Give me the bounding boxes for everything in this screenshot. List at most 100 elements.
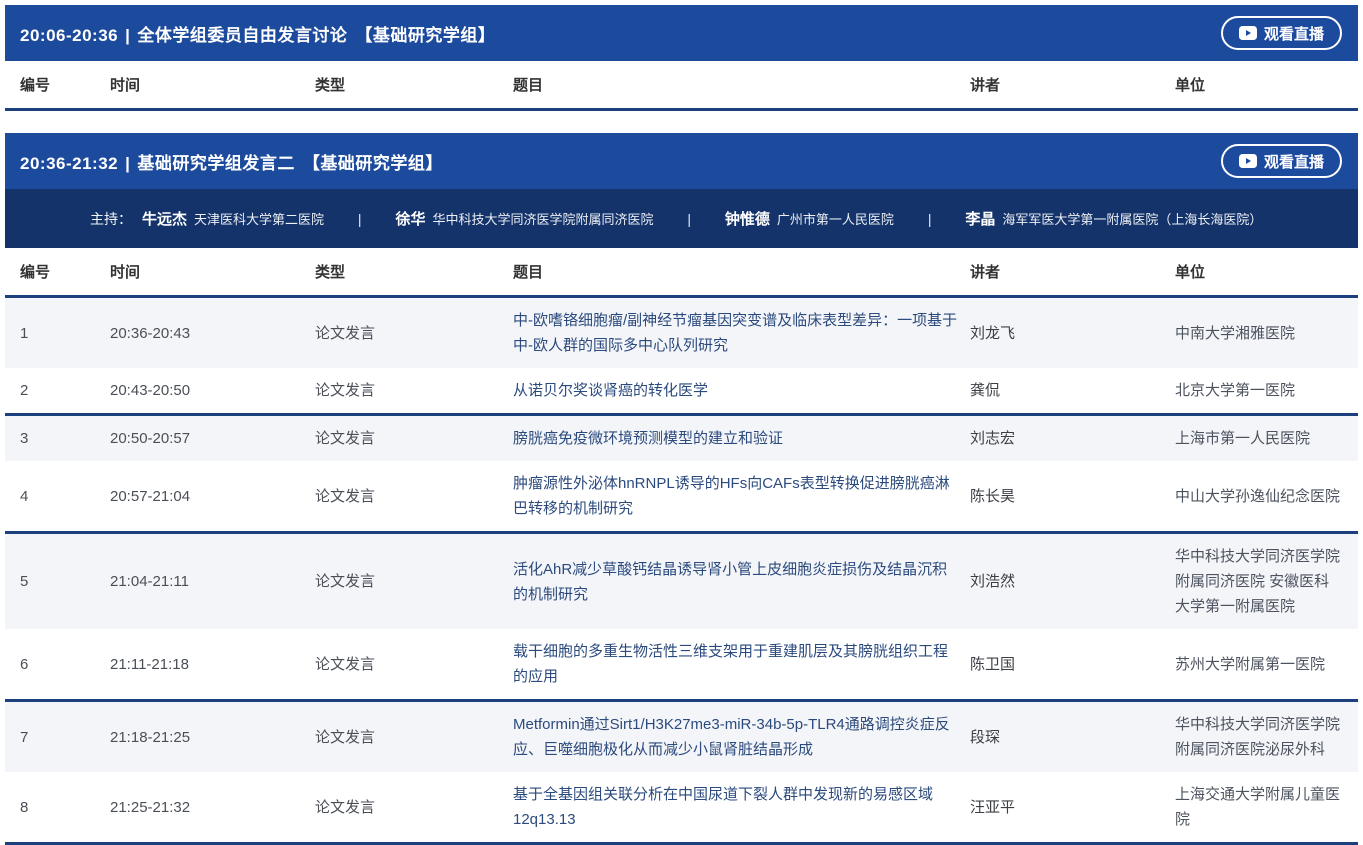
cell-affiliation: 华中科技大学同济医学院附属同济医院泌尿外科 <box>1175 712 1348 762</box>
host-entry: 牛远杰天津医科大学第二医院 <box>142 211 324 227</box>
host-separator: | <box>928 211 932 227</box>
cell-speaker: 龚侃 <box>970 378 1175 403</box>
host-entry: 徐华华中科技大学同济医学院附属同济医院 <box>395 211 653 227</box>
table-row: 4 20:57-21:04 论文发言 肿瘤源性外泌体hnRNPL诱导的HFs向C… <box>5 461 1358 534</box>
cell-type: 论文发言 <box>315 426 513 451</box>
table-row: 2 20:43-20:50 论文发言 从诺贝尔奖谈肾癌的转化医学 龚侃 北京大学… <box>5 368 1358 416</box>
cell-type: 论文发言 <box>315 725 513 750</box>
cell-title: 从诺贝尔奖谈肾癌的转化医学 <box>513 378 970 403</box>
cell-speaker: 陈长昊 <box>970 484 1175 509</box>
cell-time: 21:11-21:18 <box>110 652 315 677</box>
watch-live-button[interactable]: 观看直播 <box>1221 144 1342 178</box>
cell-affiliation: 苏州大学附属第一医院 <box>1175 652 1348 677</box>
cell-number: 6 <box>20 652 110 677</box>
cell-affiliation: 中山大学孙逸仙纪念医院 <box>1175 484 1348 509</box>
host-affiliation: 华中科技大学同济医学院附属同济医院 <box>432 212 653 227</box>
cell-number: 3 <box>20 426 110 451</box>
cell-title: 载干细胞的多重生物活性三维支架用于重建肌层及其膀胱组织工程的应用 <box>513 639 970 689</box>
host-separator: | <box>358 211 362 227</box>
table-row: 6 21:11-21:18 论文发言 载干细胞的多重生物活性三维支架用于重建肌层… <box>5 629 1358 702</box>
table-header-row: 编号时间类型题目讲者单位 <box>5 248 1358 298</box>
column-header: 时间 <box>110 74 315 95</box>
host-separator: | <box>687 211 691 227</box>
session-name: 基础研究学组发言二 <box>137 154 295 173</box>
cell-number: 5 <box>20 569 110 594</box>
host-name: 钟惟德 <box>725 211 770 228</box>
column-header: 编号 <box>20 74 110 95</box>
cell-time: 21:18-21:25 <box>110 725 315 750</box>
cell-type: 论文发言 <box>315 795 513 820</box>
cell-type: 论文发言 <box>315 484 513 509</box>
watch-live-label: 观看直播 <box>1264 151 1324 172</box>
session-header-bar: 20:36-21:32 | 基础研究学组发言二【基础研究学组】 观看直播 <box>5 133 1358 189</box>
cell-time: 20:36-20:43 <box>110 321 315 346</box>
session-group-tag: 【基础研究学组】 <box>303 154 443 173</box>
cell-time: 21:04-21:11 <box>110 569 315 594</box>
host-affiliation: 天津医科大学第二医院 <box>194 212 324 227</box>
column-header: 讲者 <box>970 74 1175 95</box>
title-separator: | <box>125 154 130 173</box>
title-separator: | <box>125 26 130 45</box>
conference-schedule-page: 20:06-20:36|全体学组委员自由发言讨论【基础研究学组】 观看直播 编号… <box>0 0 1363 845</box>
cell-title: 肿瘤源性外泌体hnRNPL诱导的HFs向CAFs表型转换促进膀胱癌淋巴转移的机制… <box>513 471 970 521</box>
cell-affiliation: 北京大学第一医院 <box>1175 378 1348 403</box>
host-affiliation: 海军军医大学第一附属医院（上海长海医院） <box>1002 212 1262 227</box>
cell-speaker: 刘志宏 <box>970 426 1175 451</box>
session-time: 20:06-20:36 <box>20 26 118 45</box>
table-row: 3 20:50-20:57 论文发言 膀胱癌免疫微环境预测模型的建立和验证 刘志… <box>5 416 1358 461</box>
cell-type: 论文发言 <box>315 569 513 594</box>
session-group-tag: 【基础研究学组】 <box>355 26 495 45</box>
session-time: 20:36-21:32 <box>20 154 118 173</box>
cell-time: 20:50-20:57 <box>110 426 315 451</box>
host-name: 徐华 <box>395 211 425 228</box>
session-card: 20:36-21:32 | 基础研究学组发言二【基础研究学组】 观看直播 主持： 牛… <box>5 133 1358 845</box>
cell-type: 论文发言 <box>315 321 513 346</box>
cell-number: 2 <box>20 378 110 403</box>
host-name: 牛远杰 <box>142 211 187 228</box>
session-title: 20:36-21:32 | 基础研究学组发言二【基础研究学组】 <box>20 149 443 174</box>
host-entry: 钟惟德广州市第一人民医院 <box>725 211 894 227</box>
watch-live-label: 观看直播 <box>1264 23 1324 44</box>
host-name: 李晶 <box>965 211 995 228</box>
column-header: 类型 <box>315 74 513 95</box>
video-play-icon <box>1239 154 1257 168</box>
column-header: 讲者 <box>970 261 1175 282</box>
cell-time: 20:43-20:50 <box>110 378 315 403</box>
host-entry: 李晶海军军医大学第一附属医院（上海长海医院） <box>965 211 1262 227</box>
table-row: 7 21:18-21:25 论文发言 Metformin通过Sirt1/H3K2… <box>5 702 1358 772</box>
cell-number: 4 <box>20 484 110 509</box>
cell-time: 20:57-21:04 <box>110 484 315 509</box>
session-card: 20:06-20:36|全体学组委员自由发言讨论【基础研究学组】 观看直播 编号… <box>5 5 1358 111</box>
column-header: 题目 <box>513 261 970 282</box>
cell-speaker: 刘浩然 <box>970 569 1175 594</box>
watch-live-button[interactable]: 观看直播 <box>1221 16 1342 50</box>
column-header: 题目 <box>513 74 970 95</box>
cell-affiliation: 华中科技大学同济医学院附属同济医院 安徽医科大学第一附属医院 <box>1175 544 1348 619</box>
cell-speaker: 汪亚平 <box>970 795 1175 820</box>
cell-affiliation: 中南大学湘雅医院 <box>1175 321 1348 346</box>
table-row: 8 21:25-21:32 论文发言 基于全基因组关联分析在中国尿道下裂人群中发… <box>5 772 1358 845</box>
cell-title: 活化AhR减少草酸钙结晶诱导肾小管上皮细胞炎症损伤及结晶沉积的机制研究 <box>513 557 970 607</box>
video-play-icon <box>1239 26 1257 40</box>
cell-affiliation: 上海市第一人民医院 <box>1175 426 1348 451</box>
host-affiliation: 广州市第一人民医院 <box>777 212 894 227</box>
column-header: 类型 <box>315 261 513 282</box>
table-row: 1 20:36-20:43 论文发言 中-欧嗜铬细胞瘤/副神经节瘤基因突变谱及临… <box>5 298 1358 368</box>
hosts-bar: 主持： 牛远杰天津医科大学第二医院 | 徐华华中科技大学同济医学院附属同济医院 … <box>5 189 1358 248</box>
cell-speaker: 陈卫国 <box>970 652 1175 677</box>
column-header: 时间 <box>110 261 315 282</box>
cell-speaker: 刘龙飞 <box>970 321 1175 346</box>
table-row: 5 21:04-21:11 论文发言 活化AhR减少草酸钙结晶诱导肾小管上皮细胞… <box>5 534 1358 629</box>
hosts-list: 牛远杰天津医科大学第二医院 | 徐华华中科技大学同济医学院附属同济医院 | 钟惟… <box>142 208 1262 229</box>
session-header-bar: 20:06-20:36|全体学组委员自由发言讨论【基础研究学组】 观看直播 <box>5 5 1358 61</box>
table-body: 1 20:36-20:43 论文发言 中-欧嗜铬细胞瘤/副神经节瘤基因突变谱及临… <box>5 298 1358 845</box>
cell-number: 1 <box>20 321 110 346</box>
cell-title: 基于全基因组关联分析在中国尿道下裂人群中发现新的易感区域12q13.13 <box>513 782 970 832</box>
cell-title: 中-欧嗜铬细胞瘤/副神经节瘤基因突变谱及临床表型差异：一项基于中-欧人群的国际多… <box>513 308 970 358</box>
cell-type: 论文发言 <box>315 652 513 677</box>
column-header: 单位 <box>1175 261 1348 282</box>
column-header: 单位 <box>1175 74 1348 95</box>
cell-time: 21:25-21:32 <box>110 795 315 820</box>
cell-type: 论文发言 <box>315 378 513 403</box>
session-title: 20:06-20:36|全体学组委员自由发言讨论【基础研究学组】 <box>20 21 495 46</box>
